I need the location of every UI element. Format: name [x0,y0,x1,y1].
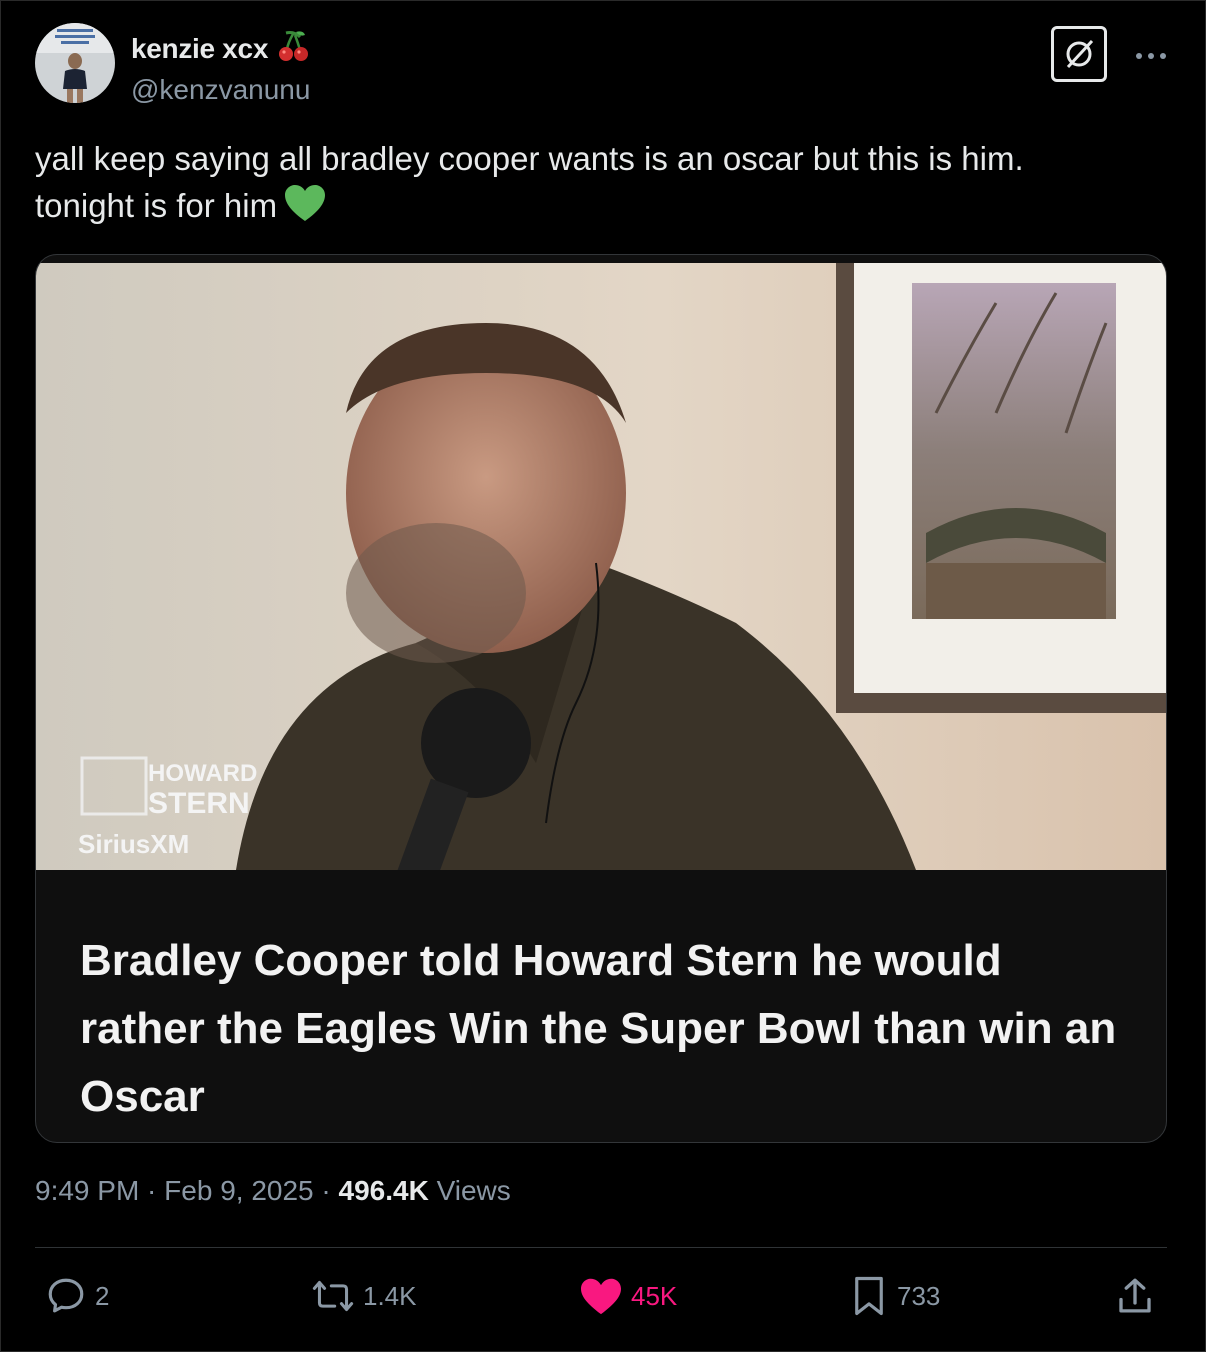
bookmark-icon [855,1276,883,1316]
share-icon [1119,1278,1151,1313]
watermark-line2: STERN [148,787,250,820]
link-card[interactable]: HOWARD STERN SiriusXM Bradley Cooper tol… [35,254,1167,1143]
tweet-text-line2: tonight is for him [35,187,278,224]
repost-icon [312,1280,354,1312]
heart-filled-icon [581,1278,621,1315]
tweet-date[interactable]: Feb 9, 2025 [164,1175,313,1206]
like-count: 45K [631,1280,678,1311]
grok-icon [1066,39,1094,69]
share-button[interactable] [1115,1273,1155,1319]
card-media-image[interactable]: HOWARD STERN SiriusXM [36,263,1166,870]
bookmark-count: 733 [897,1280,941,1311]
avatar[interactable] [35,23,115,103]
tweet-text-line1: yall keep saying all bradley cooper want… [35,140,1024,177]
meta-separator: · [139,1175,165,1206]
reply-button[interactable]: 2 [45,1273,109,1319]
repost-button[interactable]: 1.4K [311,1273,417,1319]
meta-separator: · [313,1175,339,1206]
like-button[interactable]: 45K [579,1273,677,1319]
tweet-header: kenzie xcx @kenzvanunu [35,23,1175,113]
more-dots-icon [1136,53,1166,59]
bookmark-button[interactable]: 733 [849,1273,940,1319]
cherries-icon [276,29,310,68]
tweet-time[interactable]: 9:49 PM [35,1175,139,1206]
repost-count: 1.4K [363,1280,417,1311]
views-count: 496.4K [338,1175,429,1206]
card-caption[interactable]: Bradley Cooper told Howard Stern he woul… [80,927,1130,1131]
tweet-meta: 9:49 PM · Feb 9, 2025 · 496.4K Views [35,1175,511,1207]
divider [35,1247,1167,1248]
grok-button[interactable] [1051,26,1107,82]
author-block: kenzie xcx @kenzvanunu [131,29,310,106]
reply-count: 2 [95,1280,110,1311]
green-heart-icon [283,183,327,235]
tweet-text: yall keep saying all bradley cooper want… [35,135,1175,235]
handle[interactable]: @kenzvanunu [131,74,310,106]
more-options-button[interactable] [1131,41,1171,71]
reply-icon [48,1278,84,1313]
watermark-line3: SiriusXM [78,829,189,859]
views-label: Views [428,1175,511,1206]
watermark-line1: HOWARD [148,760,257,787]
display-name[interactable]: kenzie xcx [131,33,268,65]
tweet-frame: kenzie xcx @kenzvanunu yall keep saying … [0,0,1206,1352]
